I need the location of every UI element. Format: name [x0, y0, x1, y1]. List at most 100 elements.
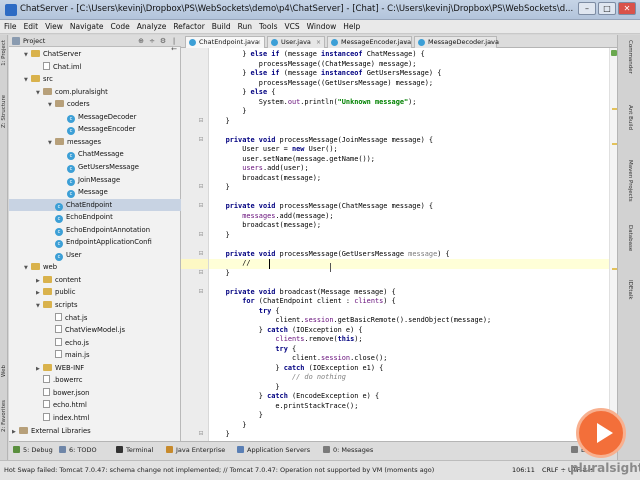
- tree-item-chatserver[interactable]: ▼ ChatServer: [9, 48, 181, 60]
- code-line[interactable]: } else if (message instanceof ChatMessag…: [209, 50, 609, 60]
- editor-gutter[interactable]: ⊟ ⊟ ⊟ ⊟ ⊟ ⊟ ⊟ ⊟ ⊟: [181, 48, 209, 441]
- tree-expand-icon[interactable]: ▶: [12, 426, 19, 438]
- tree-expand-icon[interactable]: ▶: [36, 363, 43, 375]
- tree-item-chat-iml[interactable]: Chat.iml: [9, 61, 181, 73]
- tab-user-java[interactable]: User.java ×: [267, 36, 325, 48]
- menu-tools[interactable]: Tools: [256, 20, 280, 34]
- right-tool-database[interactable]: Database: [625, 225, 634, 251]
- code-line[interactable]: }: [209, 383, 609, 393]
- code-line[interactable]: }: [209, 231, 609, 241]
- menu-help[interactable]: Help: [340, 20, 363, 34]
- menu-view[interactable]: View: [42, 20, 66, 34]
- code-line[interactable]: client.session.getBasicRemote().sendObje…: [209, 316, 609, 326]
- bottom-tool-java-enterprise[interactable]: Java Enterprise: [166, 446, 225, 454]
- fold-marker-icon[interactable]: ⊟: [197, 183, 205, 190]
- minimize-button[interactable]: –: [578, 2, 596, 15]
- bottom-tool-terminal[interactable]: Terminal: [116, 446, 153, 454]
- code-line[interactable]: private void broadcast(Message message) …: [209, 288, 609, 298]
- bottom-tool-5-debug[interactable]: 5: Debug: [13, 446, 53, 454]
- tree-expand-icon[interactable]: ▼: [48, 137, 55, 149]
- fold-marker-icon[interactable]: ⊟: [197, 202, 205, 209]
- tab-messagedecoder-java[interactable]: MessageDecoder.java ×: [414, 36, 499, 48]
- fold-marker-icon[interactable]: ⊟: [197, 269, 205, 276]
- tree-expand-icon[interactable]: ▼: [24, 262, 31, 274]
- inspection-ok-icon[interactable]: [611, 50, 617, 56]
- caret-position[interactable]: 106:11: [512, 466, 535, 474]
- tree-item-chatviewmodel-js[interactable]: ChatViewModel.js: [9, 324, 181, 336]
- code-line[interactable]: try {: [209, 345, 609, 355]
- code-line[interactable]: } catch (EncodeException e) {: [209, 392, 609, 402]
- tab-close-icon[interactable]: ×: [403, 37, 408, 48]
- tree-item-web[interactable]: ▼ web: [9, 261, 181, 273]
- tree-expand-icon[interactable]: ▼: [36, 87, 43, 99]
- menu-edit[interactable]: Edit: [21, 20, 42, 34]
- tree-item-index-html[interactable]: index.html: [9, 412, 181, 424]
- code-line[interactable]: private void processMessage(ChatMessage …: [209, 202, 609, 212]
- tree-expand-icon[interactable]: ▼: [48, 99, 55, 111]
- menu-navigate[interactable]: Navigate: [67, 20, 107, 34]
- tree-item-src[interactable]: ▼ src: [9, 73, 181, 85]
- code-line[interactable]: [209, 240, 609, 250]
- code-line[interactable]: }: [209, 117, 609, 127]
- fold-marker-icon[interactable]: ⊟: [197, 136, 205, 143]
- tree-item-messagedecoder[interactable]: c MessageDecoder: [9, 111, 181, 123]
- fold-marker-icon[interactable]: ⊟: [197, 250, 205, 257]
- tree-item-echoendpointannotation[interactable]: c EchoEndpointAnnotation: [9, 224, 181, 236]
- menu-run[interactable]: Run: [235, 20, 255, 34]
- code-line[interactable]: }: [209, 269, 609, 279]
- tree-expand-icon[interactable]: ▼: [36, 300, 43, 312]
- right-tool-idetalk[interactable]: IDEtalk: [625, 280, 634, 300]
- video-play-button[interactable]: [576, 408, 626, 458]
- tree-item-scripts[interactable]: ▼ scripts: [9, 299, 181, 311]
- tree-item-joinmessage[interactable]: c JoinMessage: [9, 174, 181, 186]
- scroll-marker[interactable]: [612, 108, 617, 110]
- fold-marker-icon[interactable]: ⊟: [197, 117, 205, 124]
- code-line[interactable]: private void processMessage(JoinMessage …: [209, 136, 609, 146]
- code-line[interactable]: } else if (message instanceof GetUsersMe…: [209, 69, 609, 79]
- tree-item-main-js[interactable]: main.js: [9, 349, 181, 361]
- scroll-marker[interactable]: [612, 143, 617, 145]
- left-tool-2-favorites[interactable]: 2: Favorites: [0, 400, 8, 432]
- menu-vcs[interactable]: VCS: [281, 20, 302, 34]
- menu-window[interactable]: Window: [304, 20, 340, 34]
- menu-analyze[interactable]: Analyze: [134, 20, 170, 34]
- tree-item-web-inf[interactable]: ▶ WEB-INF: [9, 362, 181, 374]
- code-line[interactable]: [209, 193, 609, 203]
- menu-file[interactable]: File: [1, 20, 20, 34]
- fold-marker-icon[interactable]: ⊟: [197, 430, 205, 437]
- tree-item-messages[interactable]: ▼ messages: [9, 136, 181, 148]
- tree-item-bower-json[interactable]: bower.json: [9, 387, 181, 399]
- bottom-tool-6-todo[interactable]: 6: TODO: [59, 446, 97, 454]
- code-line[interactable]: }: [209, 421, 609, 431]
- right-tool-maven-projects[interactable]: Maven Projects: [625, 160, 634, 202]
- tree-item-chatmessage[interactable]: c ChatMessage: [9, 148, 181, 161]
- scroll-marker[interactable]: [612, 268, 617, 270]
- tree-item-getusersmessage[interactable]: c GetUsersMessage: [9, 161, 181, 173]
- tree-item-message[interactable]: c Message: [9, 186, 181, 199]
- hide-panel-icon[interactable]: |←: [170, 37, 178, 53]
- code-line[interactable]: client.session.close();: [209, 354, 609, 364]
- tree-item-echoendpoint[interactable]: c EchoEndpoint: [9, 211, 181, 224]
- code-line[interactable]: }: [209, 183, 609, 193]
- right-tool-ant-build[interactable]: Ant Build: [625, 105, 634, 130]
- code-line[interactable]: clients.remove(this);: [209, 335, 609, 345]
- code-line[interactable]: processMessage((GetUsersMessage) message…: [209, 79, 609, 89]
- tree-item-coders[interactable]: ▼ coders: [9, 98, 181, 110]
- tree-expand-icon[interactable]: ▼: [24, 74, 31, 86]
- code-line[interactable]: // do nothing: [209, 373, 609, 383]
- settings-gear-icon[interactable]: ⚙: [159, 37, 167, 45]
- code-line[interactable]: [209, 278, 609, 288]
- left-tool-1-project[interactable]: 1: Project: [0, 40, 8, 66]
- code-line[interactable]: user.setName(message.getName());: [209, 155, 609, 165]
- code-line[interactable]: [209, 126, 609, 136]
- tab-messageencoder-java[interactable]: MessageEncoder.java ×: [327, 36, 412, 48]
- code-area[interactable]: } else if (message instanceof ChatMessag…: [209, 48, 617, 441]
- code-line[interactable]: }: [209, 411, 609, 421]
- project-view-selector[interactable]: Project: [23, 37, 45, 45]
- close-button[interactable]: ✕: [618, 2, 636, 15]
- bottom-tool-application-servers[interactable]: Application Servers: [237, 446, 310, 454]
- menu-build[interactable]: Build: [209, 20, 234, 34]
- code-line[interactable]: }: [209, 107, 609, 117]
- code-line[interactable]: System.out.println("Unknown message");: [209, 98, 609, 108]
- tab-close-icon[interactable]: ×: [256, 37, 261, 48]
